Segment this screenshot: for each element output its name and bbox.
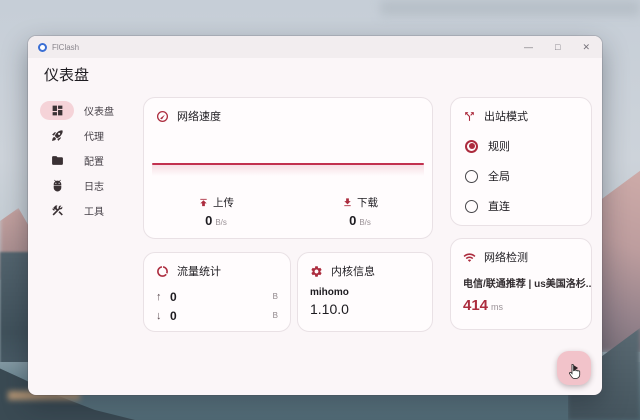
radio-label: 直连 bbox=[488, 198, 510, 214]
speedometer-icon bbox=[156, 110, 169, 123]
download-unit: B/s bbox=[359, 218, 371, 227]
flclash-logo-icon bbox=[38, 43, 47, 52]
upload-label: 上传 bbox=[213, 195, 234, 210]
radio-rule-mode[interactable]: 规则 bbox=[465, 138, 591, 154]
upload-total-unit: B bbox=[273, 292, 278, 301]
radio-icon bbox=[465, 170, 478, 183]
app-window: FlClash — □ ✕ 仪表盘 仪表盘 代理 配置 bbox=[28, 36, 602, 395]
radio-global-mode[interactable]: 全局 bbox=[465, 168, 591, 184]
download-value: 0 bbox=[349, 213, 356, 228]
card-title: 出站模式 bbox=[484, 108, 528, 124]
core-name: mihomo bbox=[298, 279, 432, 298]
gear-icon bbox=[310, 265, 323, 278]
sidebar-item-label: 日志 bbox=[84, 178, 104, 193]
maximize-button[interactable]: □ bbox=[553, 41, 562, 54]
data-usage-icon bbox=[156, 265, 169, 278]
up-arrow-icon: ↑ bbox=[156, 291, 170, 303]
minimize-button[interactable]: — bbox=[522, 41, 535, 54]
window-title: FlClash bbox=[52, 43, 79, 52]
upload-value: 0 bbox=[205, 213, 212, 228]
adb-icon bbox=[40, 176, 74, 195]
folder-icon bbox=[40, 151, 74, 170]
call-split-icon bbox=[463, 110, 476, 123]
traffic-stats-card: 流量统计 ↑ 0 B ↓ 0 B bbox=[143, 252, 291, 332]
download-label: 下载 bbox=[357, 195, 378, 210]
sidebar-item-label: 工具 bbox=[84, 203, 104, 218]
core-info-card: 内核信息 mihomo 1.10.0 bbox=[297, 252, 433, 332]
radio-direct-mode[interactable]: 直连 bbox=[465, 198, 591, 214]
play-icon bbox=[567, 361, 581, 375]
radio-label: 全局 bbox=[488, 168, 510, 184]
radio-icon bbox=[465, 140, 478, 153]
radio-label: 规则 bbox=[488, 138, 510, 154]
dashboard-icon bbox=[40, 101, 74, 120]
rocket-icon bbox=[40, 126, 74, 145]
upload-icon bbox=[198, 197, 209, 208]
network-check-card[interactable]: 网络检测 电信/联通推荐 | us美国洛杉... 414ms bbox=[450, 238, 592, 330]
card-title: 网络检测 bbox=[484, 249, 528, 265]
check-result-text: 电信/联通推荐 | us美国洛杉... bbox=[451, 265, 591, 290]
core-version: 1.10.0 bbox=[298, 298, 432, 317]
radio-icon bbox=[465, 200, 478, 213]
upload-unit: B/s bbox=[215, 218, 227, 227]
network-speed-card: 网络速度 上传 0B/s 下载 0B/s bbox=[143, 97, 433, 239]
sidebar-item-proxy[interactable]: 代理 bbox=[40, 123, 150, 148]
download-total-value: 0 bbox=[170, 309, 177, 323]
download-total-row: ↓ 0 B bbox=[156, 306, 278, 325]
tools-icon bbox=[40, 201, 74, 220]
sidebar-item-profiles[interactable]: 配置 bbox=[40, 148, 150, 173]
sky-clouds bbox=[380, 0, 640, 16]
sidebar-item-tools[interactable]: 工具 bbox=[40, 198, 150, 223]
close-button[interactable]: ✕ bbox=[580, 41, 592, 54]
card-title: 内核信息 bbox=[331, 263, 375, 279]
sidebar-item-label: 仪表盘 bbox=[84, 103, 114, 118]
page-title: 仪表盘 bbox=[44, 64, 89, 85]
upload-total-row: ↑ 0 B bbox=[156, 287, 278, 306]
outbound-mode-card: 出站模式 规则 全局 直连 bbox=[450, 97, 592, 226]
sidebar: 仪表盘 代理 配置 日志 工具 bbox=[40, 98, 150, 223]
download-icon bbox=[342, 197, 353, 208]
sidebar-item-label: 代理 bbox=[84, 128, 104, 143]
speed-chart-fill bbox=[152, 165, 424, 176]
titlebar[interactable]: FlClash — □ ✕ bbox=[28, 36, 602, 58]
wifi-icon bbox=[463, 251, 476, 264]
start-proxy-fab[interactable] bbox=[557, 351, 591, 385]
sidebar-item-dashboard[interactable]: 仪表盘 bbox=[40, 98, 150, 123]
download-total-unit: B bbox=[273, 311, 278, 320]
down-arrow-icon: ↓ bbox=[156, 310, 170, 322]
latency-value: 414 bbox=[463, 297, 488, 314]
sidebar-item-label: 配置 bbox=[84, 153, 104, 168]
upload-total-value: 0 bbox=[170, 290, 177, 304]
card-title: 网络速度 bbox=[177, 108, 221, 124]
latency-unit: ms bbox=[491, 302, 503, 312]
sidebar-item-logs[interactable]: 日志 bbox=[40, 173, 150, 198]
card-title: 流量统计 bbox=[177, 263, 221, 279]
